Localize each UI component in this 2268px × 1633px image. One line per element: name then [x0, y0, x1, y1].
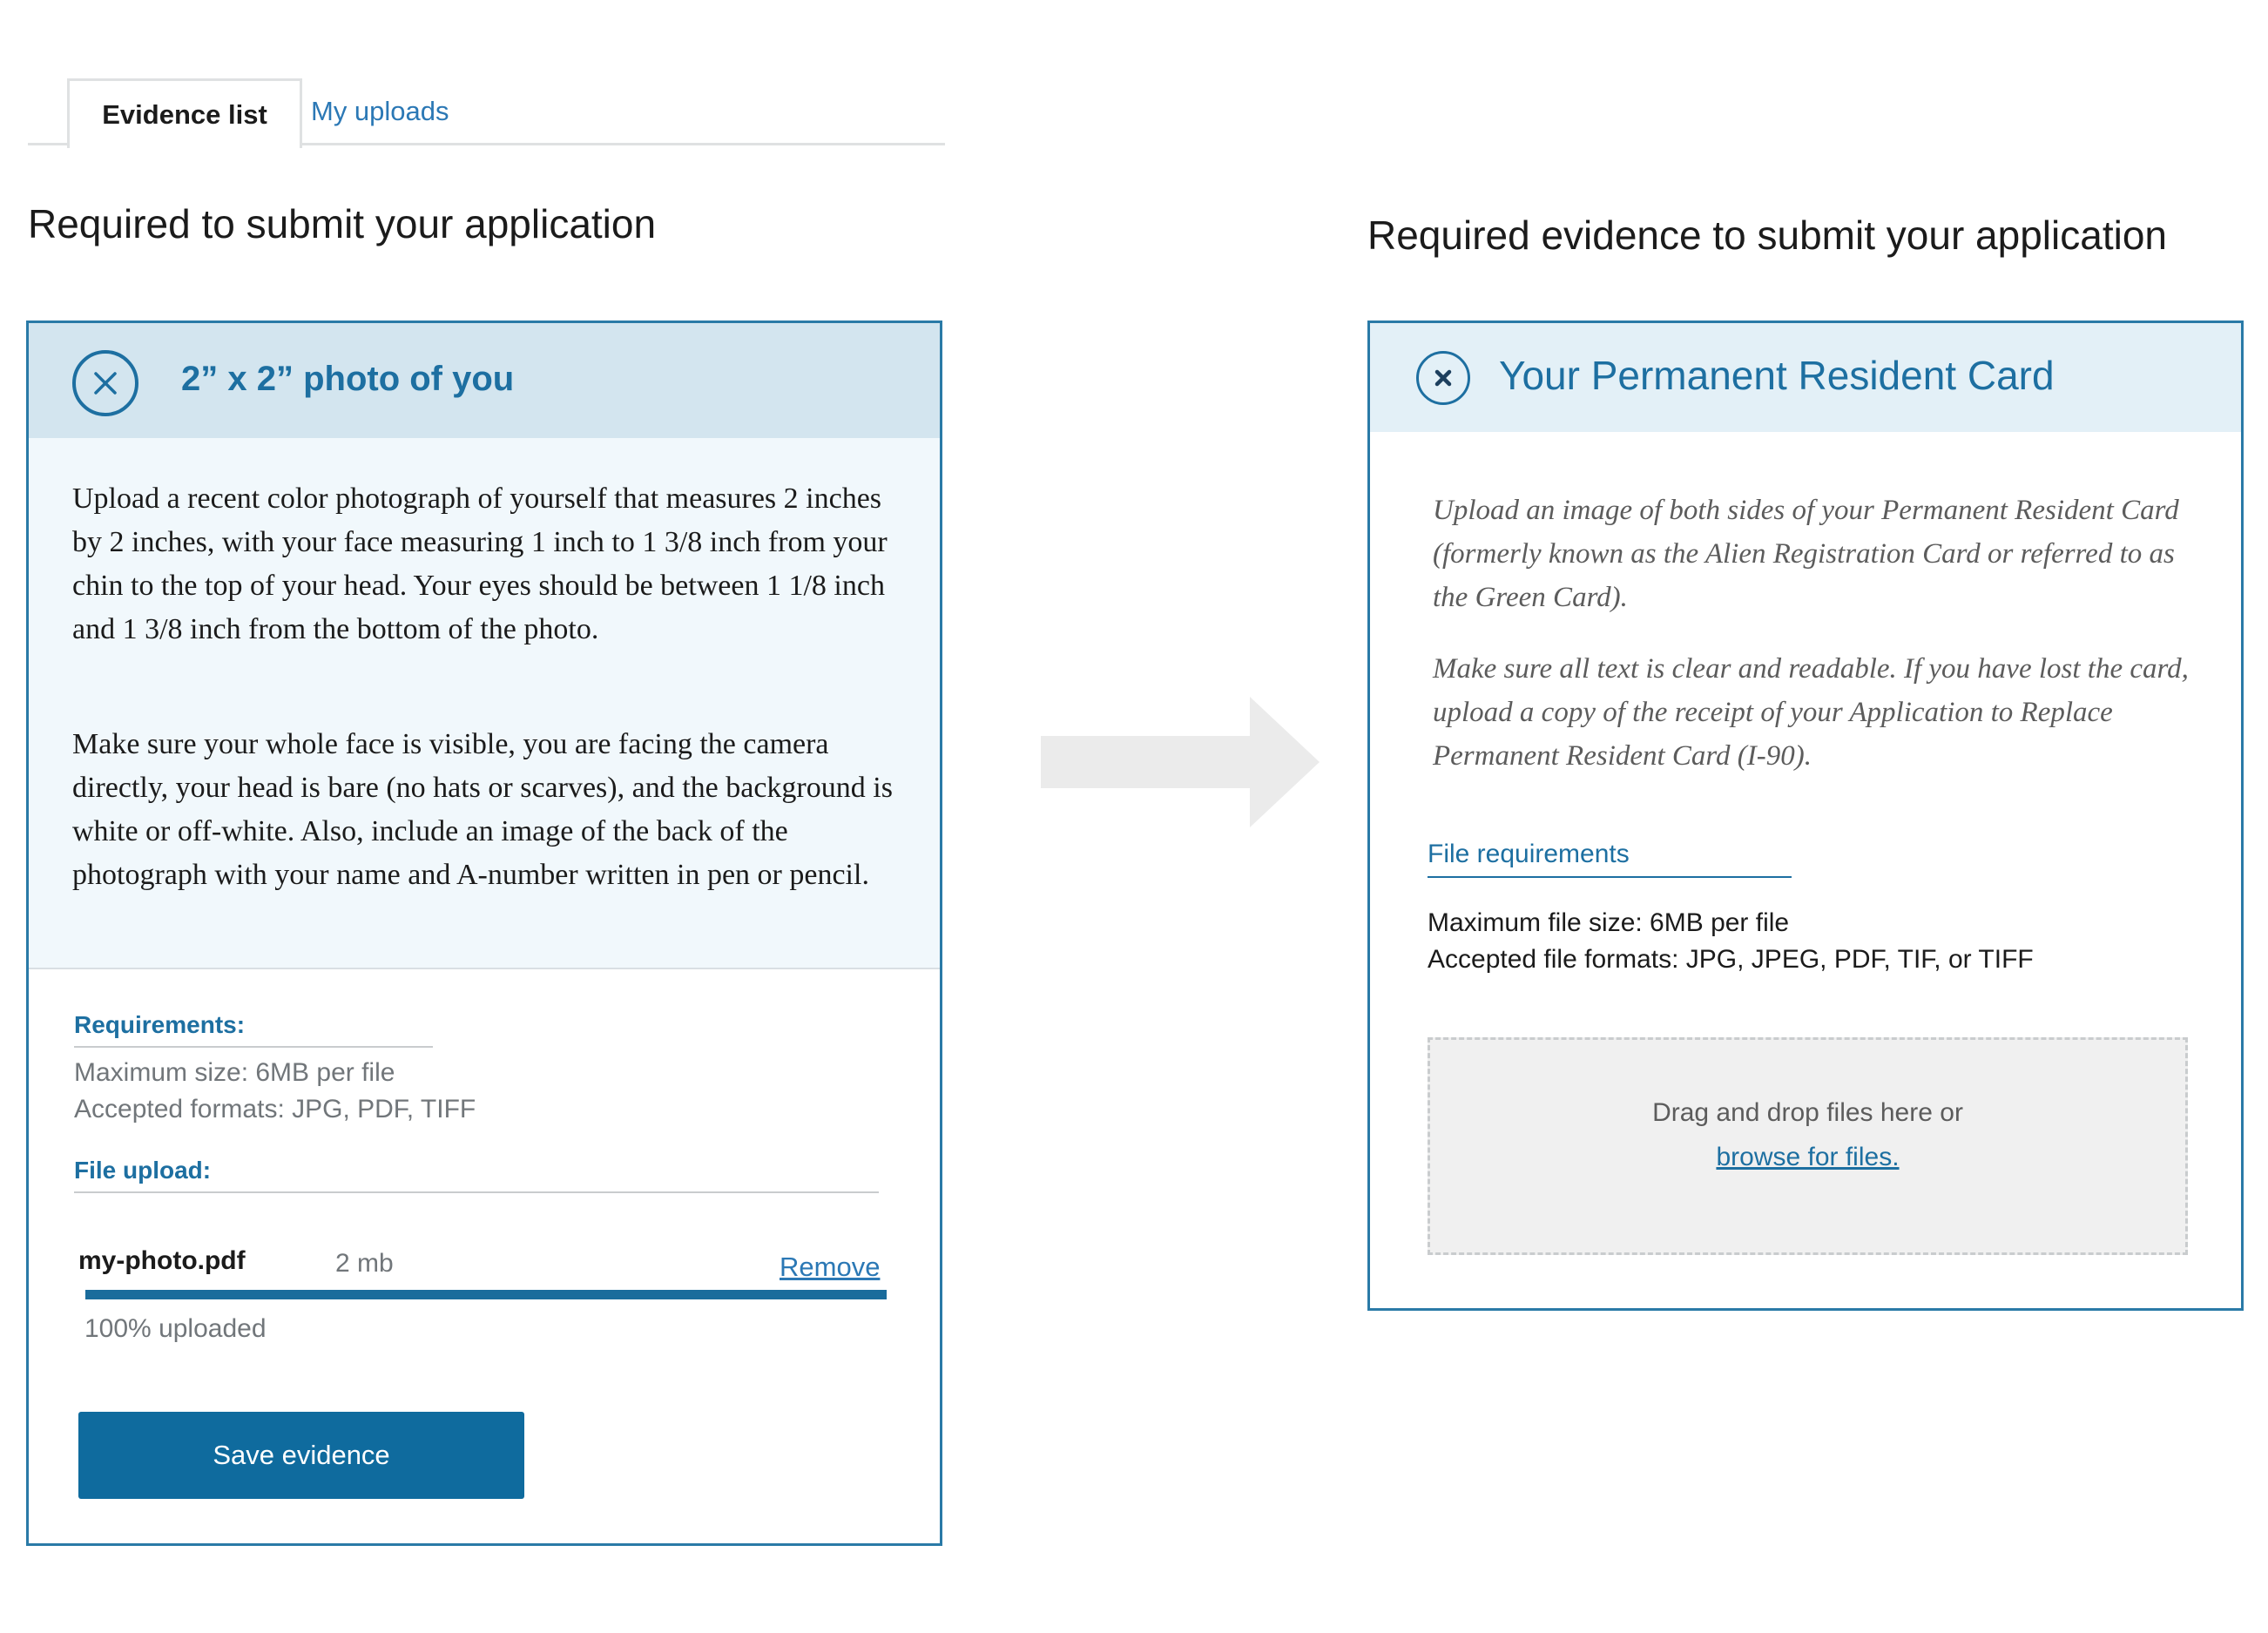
dropzone-text: Drag and drop files here or: [1652, 1098, 1963, 1127]
requirements-label: Requirements:: [74, 1011, 246, 1038]
card-title: Your Permanent Resident Card: [1499, 353, 2055, 398]
accepted-formats: Accepted file formats: JPG, JPEG, PDF, T…: [1428, 945, 2034, 974]
browse-files-link[interactable]: browse for files.: [1430, 1143, 2185, 1172]
file-requirements-divider: [1428, 876, 1792, 878]
file-upload-divider: [74, 1191, 879, 1193]
instructions-paragraph-2: Make sure all text is clear and readable…: [1433, 653, 2189, 772]
photo-evidence-card: 2” x 2” photo of you Upload a recent col…: [26, 321, 942, 1546]
upload-progress-text: 100% uploaded: [84, 1314, 267, 1343]
file-upload-label: File upload:: [74, 1157, 212, 1184]
instructions-paragraph-1: Upload an image of both sides of your Pe…: [1433, 495, 2179, 613]
card-title: 2” x 2” photo of you: [181, 360, 515, 398]
file-dropzone[interactable]: Drag and drop files here or browse for f…: [1428, 1037, 2188, 1255]
left-page-heading: Required to submit your application: [28, 201, 657, 246]
card-header: Your Permanent Resident Card: [1370, 323, 2241, 432]
tab-my-uploads[interactable]: My uploads: [311, 96, 449, 127]
tab-bar: Evidence list My uploads: [28, 78, 945, 148]
instructions-paragraph-1: Upload a recent color photograph of your…: [72, 482, 888, 645]
close-circle-icon[interactable]: [72, 350, 138, 416]
requirements-formats: Accepted formats: JPG, PDF, TIFF: [74, 1095, 476, 1124]
save-evidence-button[interactable]: Save evidence: [78, 1412, 524, 1499]
right-page-heading: Required evidence to submit your applica…: [1367, 213, 2167, 258]
tab-evidence-list[interactable]: Evidence list: [67, 78, 302, 148]
instructions-paragraph-2: Make sure your whole face is visible, yo…: [72, 728, 893, 891]
arrow-right-icon: [1041, 697, 1320, 827]
uploaded-file-name: my-photo.pdf: [78, 1246, 246, 1275]
remove-file-link[interactable]: Remove: [780, 1252, 880, 1283]
file-requirements-label: File requirements: [1428, 840, 1630, 868]
requirements-max-size: Maximum size: 6MB per file: [74, 1058, 395, 1087]
requirements-divider: [74, 1046, 433, 1048]
close-circle-icon[interactable]: [1416, 351, 1470, 405]
uploaded-file-size: 2 mb: [335, 1249, 394, 1278]
upload-progress-fill: [85, 1290, 887, 1299]
card-header: 2” x 2” photo of you: [29, 323, 940, 438]
max-file-size: Maximum file size: 6MB per file: [1428, 908, 1790, 937]
file-requirements-text: Maximum file size: 6MB per file Accepted…: [1428, 905, 2034, 978]
card-instructions: Upload a recent color photograph of your…: [29, 438, 940, 969]
requirements-text: Maximum size: 6MB per file Accepted form…: [74, 1055, 476, 1128]
resident-card-evidence-card: Your Permanent Resident Card Upload an i…: [1367, 321, 2244, 1311]
upload-progress-bar: [85, 1290, 887, 1299]
